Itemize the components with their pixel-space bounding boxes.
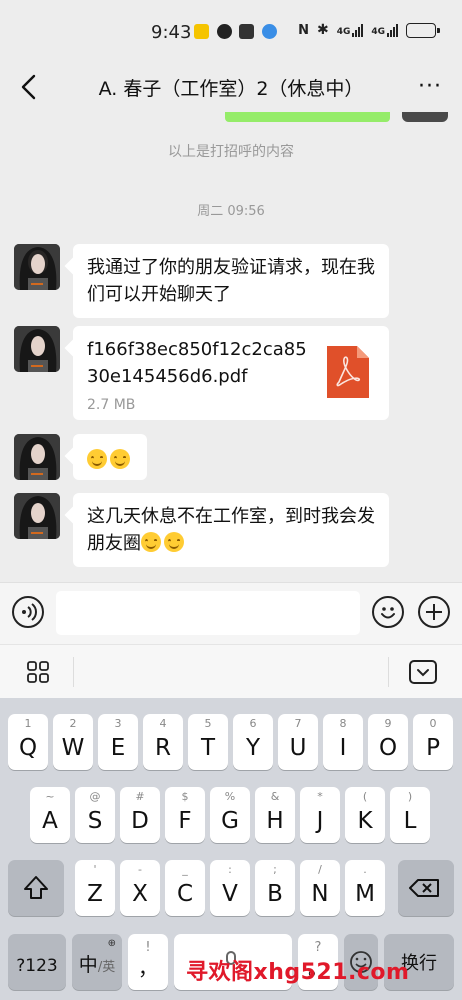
key-d[interactable]: # D: [120, 787, 160, 843]
browser-notification-icon: [262, 24, 277, 39]
emoji-message-bubble[interactable]: [73, 434, 147, 480]
key-j[interactable]: * J: [300, 787, 340, 843]
keyboard-toolbar: [0, 644, 462, 698]
key-b[interactable]: ; B: [255, 860, 295, 916]
key-s[interactable]: @ S: [75, 787, 115, 843]
battery-icon: [406, 22, 440, 38]
globe-icon: ⊕: [107, 938, 116, 949]
key-p[interactable]: 0P: [413, 714, 453, 770]
smile-emoji-icon: [87, 449, 107, 469]
toolbar-divider: [388, 657, 389, 687]
key-f[interactable]: $ F: [165, 787, 205, 843]
avatar-photo: [14, 326, 60, 372]
shift-key[interactable]: [8, 860, 64, 916]
key-a[interactable]: ~ A: [30, 787, 70, 843]
key-q[interactable]: 1Q: [8, 714, 48, 770]
language-switch-key[interactable]: ⊕ 中/英: [72, 934, 122, 990]
toolbar-divider: [73, 657, 74, 687]
chat-title: A. 春子（工作室）2（休息中）: [98, 78, 364, 100]
key-c[interactable]: _ C: [165, 860, 205, 916]
qq-notification-icon: [217, 24, 232, 39]
app-notification-icon: [194, 24, 209, 39]
input-bar: [0, 582, 462, 644]
signal-icon-1: 4G: [337, 23, 364, 37]
key-v[interactable]: :V: [210, 860, 250, 916]
previous-message-image: [402, 112, 448, 122]
voice-input-icon[interactable]: [12, 596, 44, 628]
file-name: f166f38ec850f12c2ca8530e145456d6.pdf: [87, 339, 307, 387]
more-options-icon[interactable]: ···: [418, 74, 442, 99]
status-bar: 9:43 N ✱ 4G 4G: [0, 0, 462, 62]
system-note: 以上是打招呼的内容: [168, 144, 294, 160]
network-type-label: 4G: [336, 27, 351, 37]
key-g[interactable]: % G: [210, 787, 250, 843]
keyboard-menu-grid-icon[interactable]: [26, 660, 50, 684]
key-e[interactable]: 3E: [98, 714, 138, 770]
contact-avatar[interactable]: [14, 434, 60, 480]
pdf-file-icon: [327, 346, 369, 398]
key-u[interactable]: 7U: [278, 714, 318, 770]
avatar-photo: [14, 434, 60, 480]
avatar-photo: [14, 493, 60, 539]
network-type-label-2: 4G: [371, 27, 385, 37]
key-r[interactable]: 4R: [143, 714, 183, 770]
numbers-key[interactable]: ?123: [8, 934, 66, 990]
backspace-icon: [409, 879, 439, 897]
key-o[interactable]: 9O: [368, 714, 408, 770]
signal-icon-2: 4G: [371, 23, 398, 37]
message-input[interactable]: [56, 591, 360, 635]
smile-emoji-icon: [110, 449, 130, 469]
key-l[interactable]: ) L: [390, 787, 430, 843]
key-m[interactable]: .M: [345, 860, 385, 916]
shift-icon: [24, 876, 48, 899]
key-n[interactable]: / N: [300, 860, 340, 916]
watermark-text: 寻欢阁xhg521.com: [186, 960, 410, 985]
key-i[interactable]: 8I: [323, 714, 363, 770]
status-icons: N ✱ 4G 4G: [298, 22, 440, 38]
file-message-bubble[interactable]: f166f38ec850f12c2ca8530e145456d6.pdf 2.7…: [73, 326, 389, 420]
contact-avatar[interactable]: [14, 326, 60, 372]
status-time: 9:43: [151, 22, 192, 43]
backspace-key[interactable]: [398, 860, 454, 916]
previous-message-bubble: [225, 112, 390, 122]
key-k[interactable]: (K: [345, 787, 385, 843]
emoji-picker-icon[interactable]: [372, 596, 404, 628]
message-text: 这几天休息不在工作室，到时我会发朋友圈: [87, 506, 375, 554]
key-t[interactable]: 5T: [188, 714, 228, 770]
nfc-icon: N: [298, 22, 309, 38]
key-y[interactable]: 6Y: [233, 714, 273, 770]
bluetooth-icon: ✱: [316, 22, 329, 38]
contact-avatar[interactable]: [14, 244, 60, 290]
key-h[interactable]: & H: [255, 787, 295, 843]
contact-avatar[interactable]: [14, 493, 60, 539]
comma-key[interactable]: ! ，: [128, 934, 168, 990]
key-x[interactable]: -X: [120, 860, 160, 916]
app-notification-icon-2: [239, 24, 254, 39]
avatar-photo: [14, 244, 60, 290]
hide-keyboard-icon[interactable]: [409, 660, 437, 684]
message-bubble[interactable]: 我通过了你的朋友验证请求，现在我们可以开始聊天了: [73, 244, 389, 318]
smile-emoji-icon: [141, 532, 161, 552]
smile-emoji-icon: [164, 532, 184, 552]
message-text: 我通过了你的朋友验证请求，现在我们可以开始聊天了: [87, 257, 375, 305]
key-z[interactable]: ' Z: [75, 860, 115, 916]
key-w[interactable]: 2W: [53, 714, 93, 770]
message-bubble[interactable]: 这几天休息不在工作室，到时我会发朋友圈: [73, 493, 389, 567]
plus-icon[interactable]: [418, 596, 450, 628]
chat-header: A. 春子（工作室）2（休息中） ···: [0, 62, 462, 114]
message-timestamp: 周二 09:56: [197, 204, 265, 219]
